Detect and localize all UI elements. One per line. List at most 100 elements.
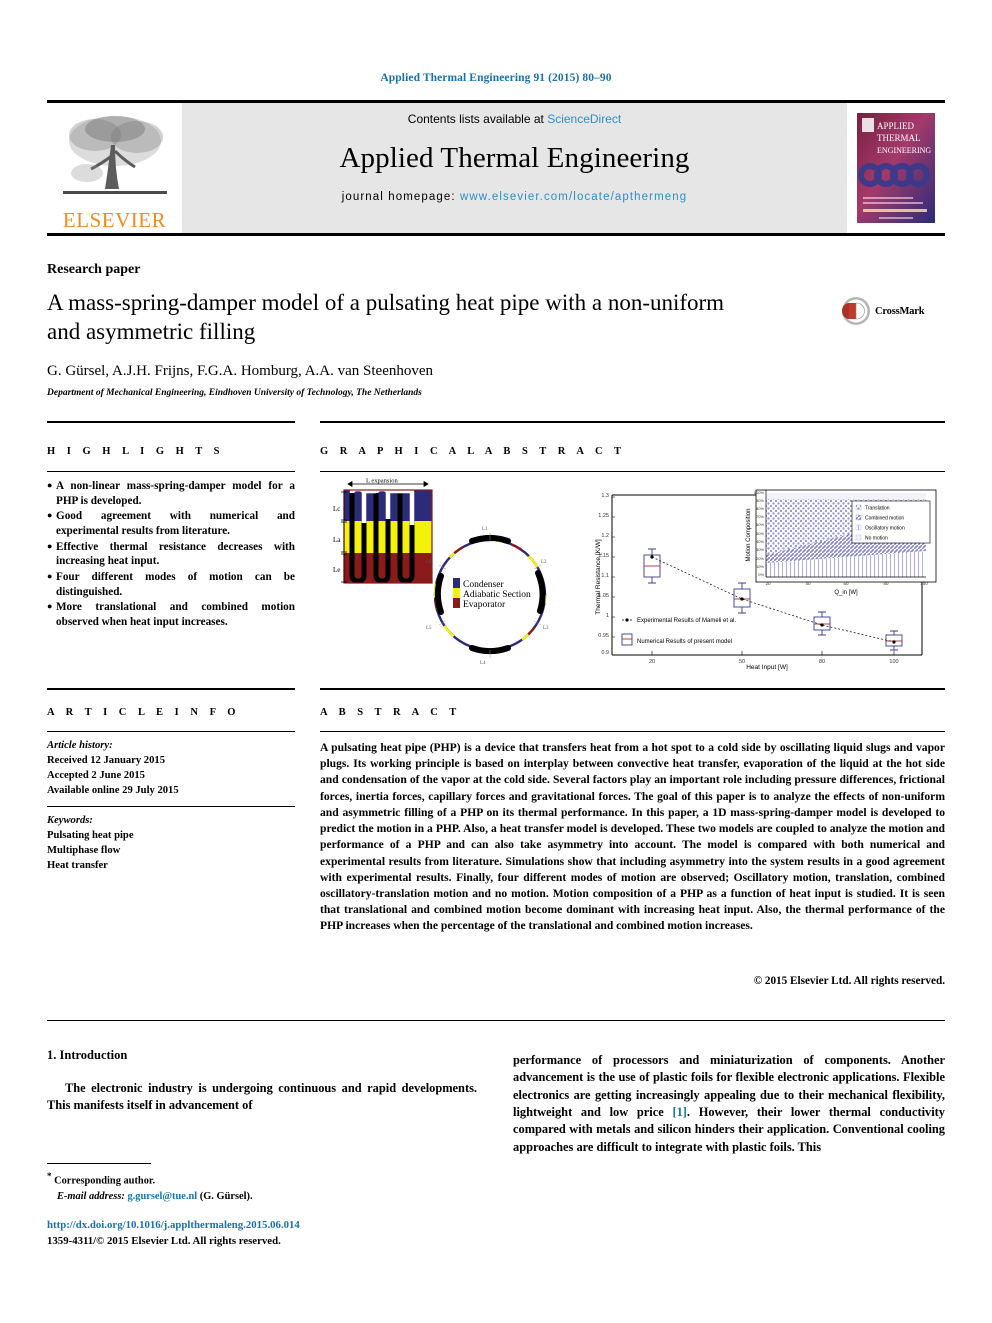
bullet-icon: ● (47, 480, 53, 490)
masthead-center: Contents lists available at ScienceDirec… (182, 103, 847, 233)
ytick: 0.95 (598, 633, 609, 639)
graphical-abstract-figure: L expansion Lc La Le L1 L2 L3 L4 L5 L6 C… (322, 477, 942, 672)
legend-numerical: Numerical Results of present model (637, 639, 732, 645)
history-received: Received 12 January 2015 (47, 755, 165, 767)
article-info-top-rule (47, 688, 295, 690)
graphical-abstract-heading-rule (320, 471, 945, 472)
ytick: 1.2 (601, 533, 609, 539)
footnote-rule (47, 1163, 151, 1164)
xtick: 50 (739, 659, 745, 665)
inset-xtick: 40 (805, 581, 811, 586)
inset-xtick: 60 (843, 581, 849, 586)
bullet-icon: ● (47, 510, 53, 521)
highlight-text: Four different modes of motion can be di… (56, 570, 295, 598)
highlight-text: More translational and combined motion o… (56, 601, 295, 629)
svg-text:THERMAL: THERMAL (877, 133, 921, 143)
sciencedirect-link[interactable]: ScienceDirect (547, 112, 621, 126)
reference-link-1[interactable]: [1] (672, 1105, 686, 1119)
highlight-text: Good agreement with numerical and experi… (56, 510, 295, 538)
graphical-abstract-heading: G R A P H I C A L A B S T R A C T (320, 446, 626, 457)
xtick: 80 (819, 659, 825, 665)
svg-text:ENGINEERING: ENGINEERING (877, 146, 931, 155)
loop-tick: L2 (541, 560, 547, 565)
elsevier-logo: ELSEVIER (47, 103, 182, 233)
corresponding-author-line: * Corresponding author. (47, 1170, 477, 1189)
highlight-text: A non-linear mass-spring-damper model fo… (56, 480, 295, 507)
inset-ytick: 30% (756, 547, 764, 552)
schematic-dimension-label: L expansion (366, 478, 398, 485)
email-owner: (G. Gürsel). (199, 1190, 253, 1202)
footnote-block: * Corresponding author. E-mail address: … (47, 1170, 477, 1204)
email-line: E-mail address: g.gursel@tue.nl (G. Gürs… (47, 1189, 477, 1204)
xtick: 100 (889, 659, 898, 665)
journal-cover-thumbnail: APPLIED THERMAL ENGINEERING (847, 103, 945, 233)
label-le: Le (333, 566, 340, 574)
inset-ytick: 80% (756, 506, 764, 511)
list-item: ● Effective thermal resistance decreases… (47, 540, 295, 570)
corresponding-author-label: Corresponding author. (54, 1175, 156, 1187)
ytick: 1.1 (601, 573, 609, 579)
section-divider-rule (47, 1020, 945, 1021)
crossmark-badge[interactable]: CrossMark (841, 296, 925, 326)
inset-legend: Translation Combined motion Oscillatory … (851, 500, 931, 544)
loop-tick: L5 (426, 626, 432, 631)
inset-xtick: 80 (883, 581, 889, 586)
intro-paragraph-left: The electronic industry is undergoing co… (47, 1081, 477, 1113)
keyword-item: Heat transfer (47, 860, 108, 872)
intro-paragraph-right: performance of processors and miniaturiz… (513, 1052, 945, 1156)
article-history-block: Article history: Received 12 January 201… (47, 738, 295, 798)
highlights-top-rule (47, 421, 295, 423)
masthead-body: ELSEVIER Contents lists available at Sci… (47, 103, 945, 233)
list-item: ● A non-linear mass-spring-damper model … (47, 479, 295, 509)
article-history-label: Article history: (47, 740, 113, 751)
journal-homepage-line: journal homepage: www.elsevier.com/locat… (182, 191, 847, 203)
keywords-label: Keywords: (47, 815, 93, 826)
graphical-abstract-top-rule (320, 421, 945, 423)
abstract-top-rule (320, 688, 945, 690)
author-names: G. Gürsel, A.J.H. Frijns, F.G.A. Homburg… (47, 363, 434, 379)
abstract-body: A pulsating heat pipe (PHP) is a device … (320, 741, 945, 933)
article-type-label: Research paper (47, 262, 141, 277)
keyword-item: Pulsating heat pipe (47, 830, 134, 842)
elsevier-wordmark: ELSEVIER (62, 208, 167, 232)
email-link[interactable]: g.gursel@tue.nl (127, 1191, 197, 1202)
graphical-abstract-svg: L expansion Lc La Le L1 L2 L3 L4 L5 L6 C… (333, 478, 937, 671)
xtick: 20 (649, 659, 655, 665)
label-lc: Lc (333, 505, 340, 513)
masthead-bottom-rule (47, 233, 945, 236)
motion-composition-chart: 100% 90% 80% 70% 60% 50% 40% 30% 20% 10%… (746, 489, 937, 596)
inset-legend-translation: Translation (865, 506, 890, 512)
inset-ylabel: Motion Composition (746, 508, 752, 561)
highlight-text: Effective thermal resistance decreases w… (56, 540, 295, 568)
inset-ytick: 40% (756, 539, 764, 544)
homepage-url-link[interactable]: www.elsevier.com/locate/apthermeng (460, 191, 687, 203)
chart-ylabel: Thermal Resistance [K/W] (595, 539, 602, 615)
crossmark-label: CrossMark (875, 305, 925, 317)
highlights-heading: H I G H L I G H T S (47, 446, 225, 457)
affiliation: Department of Mechanical Engineering, Ei… (47, 388, 422, 398)
svg-text:APPLIED: APPLIED (877, 121, 915, 131)
inset-ytick: 100% (754, 490, 765, 495)
journal-cover-image: APPLIED THERMAL ENGINEERING (857, 113, 935, 223)
inset-ytick: 70% (756, 514, 764, 519)
inset-ytick: 0% (758, 572, 764, 577)
inset-ytick: 90% (756, 498, 764, 503)
inset-ytick: 50% (756, 531, 764, 536)
inset-legend-combined: Combined motion (865, 516, 904, 522)
list-item: ● Four different modes of motion can be … (47, 570, 295, 600)
asterisk-icon: * (47, 1171, 52, 1181)
loop-tick: L6 (426, 560, 432, 565)
legend-experimental: Experimental Results of Mameli et al. (637, 618, 736, 624)
chart-legend: Experimental Results of Mameli et al. Nu… (621, 618, 736, 646)
inset-xtick: 20 (765, 581, 771, 586)
loop-legend: Condenser Adiabatic Section Evaporator (453, 578, 531, 610)
doi-link[interactable]: http://dx.doi.org/10.1016/j.applthermale… (47, 1219, 300, 1231)
paper-page: Applied Thermal Engineering 91 (2015) 80… (0, 0, 992, 1323)
email-label: E-mail address: (57, 1190, 125, 1202)
ytick: 1 (606, 613, 609, 619)
inset-xtick: 100 (920, 581, 928, 586)
keyword-item: Multiphase flow (47, 845, 121, 857)
journal-title: Applied Thermal Engineering (339, 142, 690, 174)
copyright-line: © 2015 Elsevier Ltd. All rights reserved… (753, 975, 945, 987)
legend-condenser: Condenser (463, 580, 504, 590)
